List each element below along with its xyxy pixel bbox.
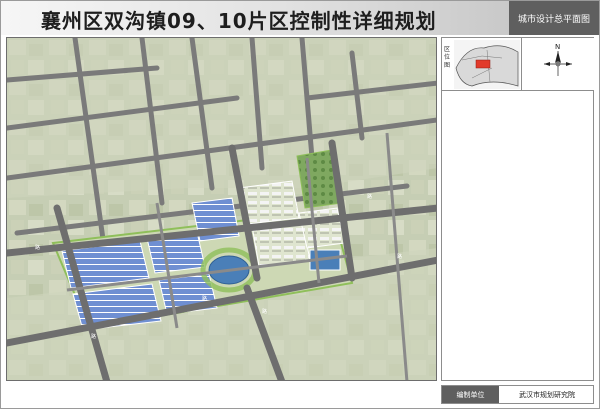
road-label: 路 (397, 253, 402, 260)
road-label: 路 (367, 193, 372, 200)
author-band: 编制单位 武汉市规划研究院 (441, 385, 594, 404)
north-arrow-icon: N (544, 43, 572, 76)
location-map-drawing (454, 40, 520, 89)
plan-name-band: 城市设计总平面图 (509, 1, 599, 35)
map-canvas[interactable]: 路 路 路 路 路 路 (7, 38, 437, 381)
road-label: 路 (202, 295, 207, 302)
north-arrow-box: N (522, 38, 594, 91)
road-label: 路 (91, 333, 96, 340)
org-label: 编制单位 (456, 391, 485, 399)
org-label-cell: 编制单位 (442, 386, 499, 403)
location-map: 区位图 (442, 38, 522, 91)
page-title: 襄州区双沟镇09、10片区控制性详细规划 (41, 9, 437, 33)
legend-panel: 区位图 N (441, 37, 594, 381)
master-plan-map[interactable]: 路 路 路 路 路 路 (6, 37, 437, 381)
location-map-label: 区位图 (444, 46, 451, 69)
road-label: 路 (262, 308, 267, 315)
north-letter: N (555, 43, 560, 51)
site-location-highlight (475, 59, 491, 69)
org-value: 武汉市规划研究院 (519, 391, 575, 399)
plan-name: 城市设计总平面图 (517, 15, 590, 25)
road-label: 路 (35, 244, 40, 251)
title-band: 襄州区双沟镇09、10片区控制性详细规划 (1, 1, 509, 35)
